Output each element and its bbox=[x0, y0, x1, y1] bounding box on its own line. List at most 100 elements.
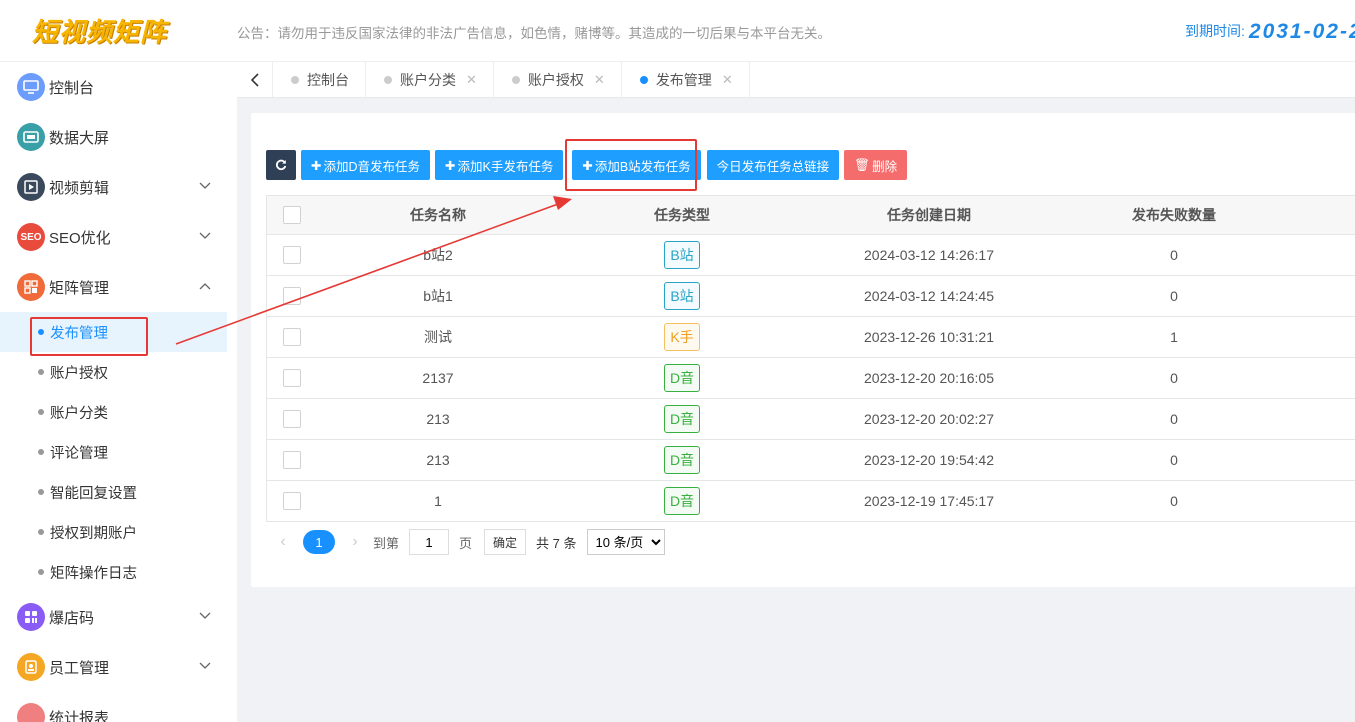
sidebar-item-data-screen[interactable]: 数据大屏 bbox=[0, 112, 237, 162]
tab-account-category[interactable]: 账户分类 ✕ bbox=[366, 62, 494, 97]
bullet-icon bbox=[38, 329, 44, 335]
sidebar-item-report[interactable]: 统计报表 bbox=[0, 692, 237, 722]
tab-label: 账户授权 bbox=[527, 71, 584, 88]
task-created-date: 2023-12-20 20:02:27 bbox=[864, 411, 994, 427]
add-k-task-button[interactable]: ✚ 添加K手发布任务 bbox=[435, 150, 564, 180]
delete-button[interactable]: 🗑 删除 bbox=[844, 150, 908, 180]
task-type-badge: K手 bbox=[664, 323, 700, 351]
column-header: 发布失败数量 bbox=[1132, 207, 1216, 223]
table-row: 2137 D音 2023-12-20 20:16:05 0 bbox=[267, 358, 1355, 399]
qr-grid-icon bbox=[17, 603, 45, 631]
sidebar-subitem-label: 账户分类 bbox=[50, 405, 108, 422]
sidebar-subitem-log[interactable]: 矩阵操作日志 bbox=[0, 552, 237, 592]
monitor-icon bbox=[17, 73, 45, 101]
row-checkbox[interactable] bbox=[283, 287, 301, 305]
sidebar-item-seo[interactable]: SEO SEO优化 bbox=[0, 212, 237, 262]
sidebar-subitem-expired[interactable]: 授权到期账户 bbox=[0, 512, 237, 552]
sidebar-item-label: 员工管理 bbox=[49, 659, 110, 677]
add-b-task-button[interactable]: ✚ 添加B站发布任务 bbox=[572, 150, 701, 180]
sidebar-subitem-publish[interactable]: 发布管理 bbox=[0, 312, 227, 352]
expire-info: 到期时间: 2031-02-2 bbox=[1185, 20, 1355, 44]
select-all-checkbox[interactable] bbox=[283, 206, 301, 224]
total-count: 共 7 条 bbox=[536, 535, 577, 551]
row-checkbox[interactable] bbox=[283, 410, 301, 428]
plus-icon: ✚ bbox=[582, 158, 593, 173]
sidebar-subitem-label: 矩阵操作日志 bbox=[50, 565, 137, 582]
goto-page-input[interactable] bbox=[409, 529, 450, 555]
sidebar-subitem-auto-reply[interactable]: 智能回复设置 bbox=[0, 472, 237, 512]
table-header-row: 任务名称 任务类型 任务创建日期 发布失败数量 bbox=[267, 196, 1355, 235]
fail-count: 0 bbox=[1170, 370, 1178, 386]
sidebar-subitem-category[interactable]: 账户分类 bbox=[0, 392, 237, 432]
tab-console[interactable]: 控制台 bbox=[273, 62, 366, 97]
next-page-button[interactable]: › bbox=[343, 533, 367, 551]
sidebar-subitem-auth[interactable]: 账户授权 bbox=[0, 352, 237, 392]
button-label: 添加D音发布任务 bbox=[323, 159, 421, 174]
row-checkbox[interactable] bbox=[283, 451, 301, 469]
tab-publish-manage[interactable]: 发布管理 ✕ bbox=[622, 62, 750, 97]
table-row: b站1 B站 2024-03-12 14:24:45 0 bbox=[267, 276, 1355, 317]
refresh-icon bbox=[275, 159, 287, 171]
task-name: 213 bbox=[426, 411, 450, 427]
button-label: 删除 bbox=[872, 159, 898, 174]
prev-page-button[interactable]: ‹ bbox=[271, 533, 295, 551]
sidebar-item-label: 视频剪辑 bbox=[49, 179, 110, 197]
column-header: 任务类型 bbox=[654, 207, 710, 223]
notice-text: 公告：请勿用于违反国家法律的非法广告信息，如色情，赌博等。其造成的一切后果与本平… bbox=[237, 26, 831, 41]
tab-label: 控制台 bbox=[307, 71, 349, 88]
row-checkbox[interactable] bbox=[283, 328, 301, 346]
sidebar-item-shop-code[interactable]: 爆店码 bbox=[0, 592, 237, 642]
task-created-date: 2023-12-20 19:54:42 bbox=[864, 452, 994, 468]
matrix-icon bbox=[17, 273, 45, 301]
table-row: 213 D音 2023-12-20 20:02:27 0 bbox=[267, 399, 1355, 440]
sidebar-item-label: 爆店码 bbox=[49, 609, 95, 627]
fail-count: 1 bbox=[1170, 329, 1178, 345]
tab-account-auth[interactable]: 账户授权 ✕ bbox=[494, 62, 622, 97]
bullet-icon bbox=[38, 529, 44, 535]
video-edit-icon bbox=[17, 173, 45, 201]
row-checkbox[interactable] bbox=[283, 492, 301, 510]
sidebar-subitem-label: 智能回复设置 bbox=[50, 485, 137, 502]
current-page[interactable]: 1 bbox=[303, 530, 335, 554]
table-row: 1 D音 2023-12-19 17:45:17 0 bbox=[267, 481, 1355, 522]
row-checkbox[interactable] bbox=[283, 369, 301, 387]
chevron-down-icon bbox=[199, 612, 211, 619]
bullet-icon bbox=[38, 449, 44, 455]
sidebar-subitem-label: 账户授权 bbox=[50, 365, 108, 382]
report-icon bbox=[17, 703, 45, 722]
tab-bar: 控制台 账户分类 ✕ 账户授权 ✕ 发布管理 ✕ bbox=[237, 62, 1355, 98]
staff-icon bbox=[17, 653, 45, 681]
sidebar-subitem-comments[interactable]: 评论管理 bbox=[0, 432, 237, 472]
page-size-select[interactable]: 10 条/页 bbox=[586, 529, 665, 555]
task-name: b站2 bbox=[423, 247, 453, 263]
row-checkbox[interactable] bbox=[283, 246, 301, 264]
trash-icon: 🗑 bbox=[854, 157, 871, 172]
chevron-down-icon bbox=[199, 662, 211, 669]
close-icon[interactable]: ✕ bbox=[466, 72, 477, 88]
table-row: 测试 K手 2023-12-26 10:31:21 1 bbox=[267, 317, 1355, 358]
expire-label: 到期时间: bbox=[1185, 23, 1245, 39]
sidebar-item-label: SEO优化 bbox=[49, 229, 111, 247]
close-icon[interactable]: ✕ bbox=[594, 72, 605, 88]
sidebar: 控制台 数据大屏 视频剪辑 SEO SEO优化 矩阵管理 发布管理 账户授权 账… bbox=[0, 62, 237, 722]
tab-scroll-left-button[interactable] bbox=[237, 62, 273, 97]
goto-label: 到第 bbox=[373, 535, 400, 551]
add-d-task-button[interactable]: ✚ 添加D音发布任务 bbox=[301, 150, 431, 180]
sidebar-item-console[interactable]: 控制台 bbox=[0, 62, 237, 112]
sidebar-item-video-edit[interactable]: 视频剪辑 bbox=[0, 162, 237, 212]
sidebar-item-staff[interactable]: 员工管理 bbox=[0, 642, 237, 692]
close-icon[interactable]: ✕ bbox=[722, 72, 733, 88]
refresh-button[interactable] bbox=[266, 150, 296, 180]
page-unit-label: 页 bbox=[459, 535, 473, 551]
tab-dot-icon bbox=[384, 75, 392, 84]
toolbar: ✚ 添加D音发布任务 ✚ 添加K手发布任务 ✚ 添加B站发布任务 今日发布任务总链接 … bbox=[266, 150, 912, 180]
task-created-date: 2024-03-12 14:24:45 bbox=[864, 288, 994, 304]
tab-dot-icon bbox=[639, 75, 648, 84]
today-links-button[interactable]: 今日发布任务总链接 bbox=[706, 150, 840, 180]
fail-count: 0 bbox=[1170, 288, 1178, 304]
plus-icon: ✚ bbox=[445, 158, 456, 173]
sidebar-item-matrix[interactable]: 矩阵管理 bbox=[0, 262, 237, 312]
screen-icon bbox=[17, 123, 45, 151]
bullet-icon bbox=[38, 409, 44, 415]
goto-confirm-button[interactable]: 确定 bbox=[484, 529, 527, 555]
